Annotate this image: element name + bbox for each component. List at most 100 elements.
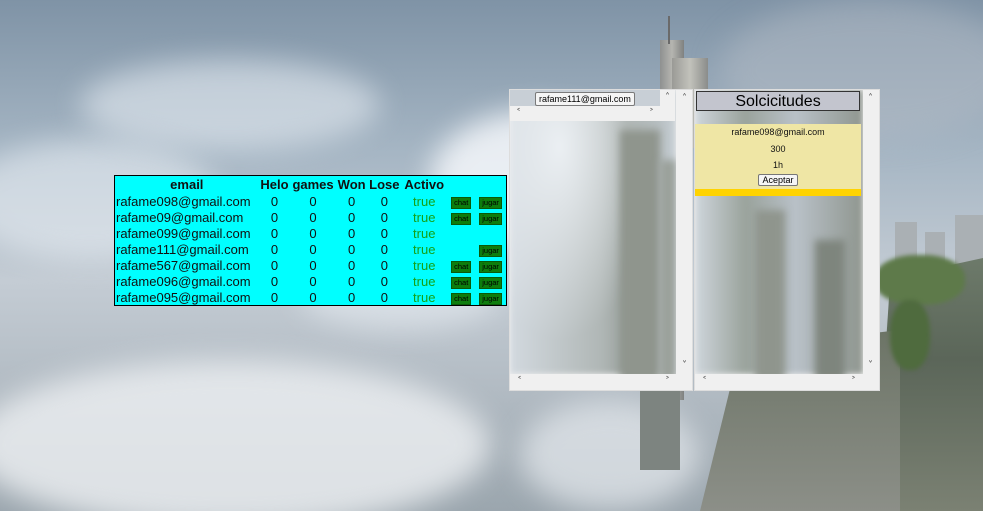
inner-vertical-scrollbar[interactable]: ˄ xyxy=(660,90,675,121)
table-row: rafame099@gmail.com 0 0 0 0 true xyxy=(115,225,506,241)
user-helo: 0 xyxy=(270,209,279,225)
jugar-button[interactable]: jugar xyxy=(479,293,502,305)
user-activo: true xyxy=(413,225,436,241)
user-won: 0 xyxy=(348,257,356,273)
chat-button[interactable]: chat xyxy=(451,197,472,209)
user-helo: 0 xyxy=(270,241,279,257)
user-games: 0 xyxy=(309,225,317,241)
requests-panel: Solcicitudes rafame098@gmail.com 300 1h … xyxy=(694,89,880,391)
user-email: rafame098@gmail.com xyxy=(116,193,251,209)
user-email: rafame096@gmail.com xyxy=(116,273,251,289)
request-duration: 1h xyxy=(772,160,783,170)
requests-title: Solcicitudes xyxy=(696,91,860,111)
column-header-activo: Activo xyxy=(404,177,445,192)
accept-button[interactable]: Aceptar xyxy=(758,173,798,186)
user-lose: 0 xyxy=(380,289,388,305)
user-won: 0 xyxy=(348,209,356,225)
chat-button[interactable]: chat xyxy=(451,277,472,289)
chevron-right-icon[interactable]: ˃ xyxy=(846,374,861,389)
user-activo: true xyxy=(413,289,436,305)
horizontal-scrollbar[interactable]: ˂ ˃ xyxy=(695,374,863,389)
user-helo: 0 xyxy=(270,225,279,241)
column-header-won: Won xyxy=(337,177,366,192)
chat-button[interactable]: chat xyxy=(451,213,472,225)
jugar-button[interactable]: jugar xyxy=(479,245,502,257)
user-lose: 0 xyxy=(380,225,388,241)
user-won: 0 xyxy=(348,289,356,305)
table-row: rafame567@gmail.com 0 0 0 0 true chat ju… xyxy=(115,257,506,273)
chat-header-strip: rafame111@gmail.com xyxy=(510,90,660,106)
user-helo: 0 xyxy=(270,193,279,209)
table-row: rafame096@gmail.com 0 0 0 0 true chat ju… xyxy=(115,273,506,289)
request-card: rafame098@gmail.com 300 1h Aceptar xyxy=(695,124,861,196)
table-header-row: email Helo games Won Lose Activo xyxy=(115,176,506,193)
chevron-left-icon[interactable]: ˂ xyxy=(512,374,527,389)
chevron-right-icon[interactable]: ˃ xyxy=(660,374,675,389)
vertical-scrollbar[interactable]: ˄ ˅ xyxy=(677,90,692,374)
chevron-up-icon[interactable]: ˄ xyxy=(677,91,692,106)
user-activo: true xyxy=(413,193,436,209)
user-activo: true xyxy=(413,209,436,225)
chevron-right-icon[interactable]: ˃ xyxy=(644,106,659,121)
table-row: rafame098@gmail.com 0 0 0 0 true chat ju… xyxy=(115,193,506,209)
jugar-button[interactable]: jugar xyxy=(479,197,502,209)
user-games: 0 xyxy=(309,257,317,273)
user-activo: true xyxy=(413,241,436,257)
jugar-button[interactable]: jugar xyxy=(479,277,502,289)
jugar-button[interactable]: jugar xyxy=(479,261,502,273)
user-lose: 0 xyxy=(380,193,388,209)
user-won: 0 xyxy=(348,193,356,209)
user-games: 0 xyxy=(309,289,317,305)
user-won: 0 xyxy=(348,273,356,289)
chevron-up-icon[interactable]: ˄ xyxy=(863,91,878,106)
user-games: 0 xyxy=(309,209,317,225)
user-email: rafame095@gmail.com xyxy=(116,289,251,305)
user-helo: 0 xyxy=(270,273,279,289)
table-row: rafame111@gmail.com 0 0 0 0 true jugar xyxy=(115,241,506,257)
chat-panel: rafame111@gmail.com ˄ ˂ ˃ ˄ ˅ ˂ ˃ xyxy=(509,89,693,391)
chevron-left-icon[interactable]: ˂ xyxy=(697,374,712,389)
user-activo: true xyxy=(413,257,436,273)
user-helo: 0 xyxy=(270,257,279,273)
user-email: rafame09@gmail.com xyxy=(116,209,244,225)
column-header-jugar xyxy=(475,176,506,193)
user-lose: 0 xyxy=(380,209,388,225)
chevron-down-icon[interactable]: ˅ xyxy=(677,358,692,373)
horizontal-scrollbar[interactable]: ˂ ˃ xyxy=(510,374,677,389)
user-activo: true xyxy=(413,273,436,289)
user-helo: 0 xyxy=(270,289,279,305)
table-row: rafame09@gmail.com 0 0 0 0 true chat jug… xyxy=(115,209,506,225)
user-won: 0 xyxy=(348,225,356,241)
user-games: 0 xyxy=(309,241,317,257)
chat-email-tag: rafame111@gmail.com xyxy=(535,92,635,106)
user-email: rafame111@gmail.com xyxy=(116,241,249,257)
inner-horizontal-scrollbar[interactable]: ˂ ˃ xyxy=(510,106,660,121)
request-amount: 300 xyxy=(770,143,786,154)
chat-panel-content[interactable]: rafame111@gmail.com ˄ ˂ ˃ xyxy=(510,90,676,374)
users-table: email Helo games Won Lose Activo rafame0… xyxy=(114,175,507,306)
user-lose: 0 xyxy=(380,257,388,273)
user-email: rafame567@gmail.com xyxy=(116,257,251,273)
column-header-email: email xyxy=(170,177,204,192)
chat-button[interactable]: chat xyxy=(451,261,472,273)
user-won: 0 xyxy=(348,241,356,257)
chat-button[interactable]: chat xyxy=(451,293,472,305)
chevron-down-icon[interactable]: ˅ xyxy=(863,358,878,373)
user-games: 0 xyxy=(309,273,317,289)
column-header-helo: Helo xyxy=(260,177,289,192)
chevron-left-icon[interactable]: ˂ xyxy=(511,106,526,121)
table-row: rafame095@gmail.com 0 0 0 0 true chat ju… xyxy=(115,289,506,305)
request-email: rafame098@gmail.com xyxy=(731,127,825,137)
vertical-scrollbar[interactable]: ˄ ˅ xyxy=(863,90,878,374)
requests-panel-content[interactable]: Solcicitudes rafame098@gmail.com 300 1h … xyxy=(695,90,863,374)
user-email: rafame099@gmail.com xyxy=(116,225,251,241)
user-lose: 0 xyxy=(380,241,388,257)
chevron-up-icon[interactable]: ˄ xyxy=(660,90,675,105)
user-games: 0 xyxy=(309,193,317,209)
column-header-games: games xyxy=(292,177,334,192)
jugar-button[interactable]: jugar xyxy=(479,213,502,225)
column-header-lose: Lose xyxy=(369,177,400,192)
blurred-tower xyxy=(660,160,676,374)
blurred-tower xyxy=(815,240,845,374)
column-header-chat xyxy=(447,176,475,193)
